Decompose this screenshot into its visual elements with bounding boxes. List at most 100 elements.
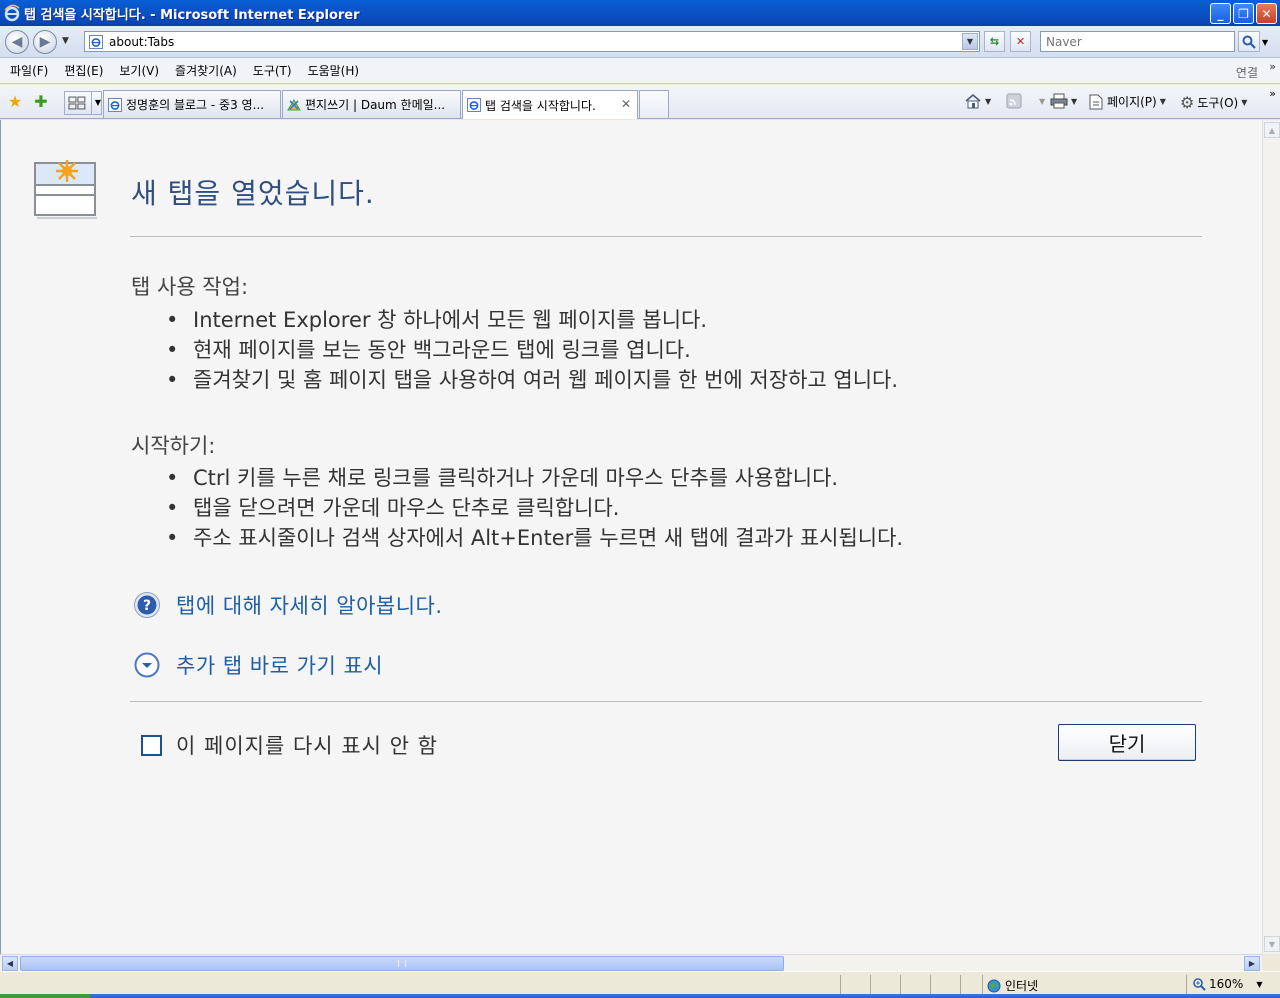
close-window-button[interactable]: ✕ — [1256, 3, 1277, 24]
address-bar[interactable]: ▼ — [84, 31, 980, 52]
list-item: 현재 페이지를 보는 동안 백그라운드 탭에 링크를 엽니다. — [166, 335, 898, 365]
gear-icon: ⚙ — [1180, 93, 1195, 112]
page-title: 새 탭을 열었습니다. — [131, 177, 375, 210]
tab-mail[interactable]: 편지쓰기 | Daum 한메일... — [282, 90, 461, 118]
expand-chevron-icon — [134, 652, 160, 678]
list-item: 주소 표시줄이나 검색 상자에서 Alt+Enter를 누르면 새 탭에 결과가… — [166, 523, 903, 553]
dont-show-again-row[interactable]: 이 페이지를 다시 표시 안 함 — [141, 730, 438, 760]
minimize-button[interactable]: _ — [1210, 3, 1231, 24]
new-tab-button[interactable] — [639, 90, 669, 118]
horizontal-scrollbar[interactable]: ◀ ▶ — [0, 954, 1262, 971]
back-button[interactable]: ◀ — [5, 30, 29, 54]
close-tab-icon[interactable]: ✕ — [621, 97, 631, 111]
tab-label: 탭 검색을 시작합니다. — [485, 98, 596, 113]
search-box[interactable] — [1040, 31, 1235, 52]
more-shortcuts-link[interactable]: 추가 탭 바로 가기 표시 — [176, 650, 383, 680]
menu-bar: 파일(F) 편집(E) 보기(V) 즐겨찾기(A) 도구(T) 도움말(H) 연… — [0, 58, 1280, 84]
start-button-edge[interactable] — [0, 994, 90, 998]
ie-page-icon — [467, 98, 481, 112]
links-label[interactable]: 연결 — [1236, 64, 1258, 81]
rss-feed-icon — [1006, 93, 1022, 109]
stop-icon: ✕ — [1015, 35, 1026, 48]
printer-icon — [1050, 93, 1068, 109]
title-bar: 탭 검색을 시작합니다. - Microsoft Internet Explor… — [0, 0, 1280, 26]
tab-new-tab-active[interactable]: 탭 검색을 시작합니다. ✕ — [462, 90, 638, 119]
menu-favorites[interactable]: 즐겨찾기(A) — [167, 62, 245, 79]
command-bar-chevron-icon[interactable]: » — [1269, 87, 1276, 100]
search-options-dropdown-icon[interactable]: ▼ — [1262, 38, 1268, 47]
vertical-scrollbar[interactable]: ▲ ▼ — [1262, 120, 1280, 954]
new-tab-icon — [34, 160, 97, 219]
window-title: 탭 검색을 시작합니다. - Microsoft Internet Explor… — [24, 7, 360, 23]
page-menu-button[interactable]: 페이지(P) ▼ — [1088, 93, 1166, 110]
star-icon: ★ — [7, 91, 23, 111]
bottom-divider — [130, 701, 1202, 702]
add-favorite-button[interactable]: ✚ — [31, 91, 51, 111]
section-tab-tasks-title: 탭 사용 작업: — [131, 275, 249, 299]
back-arrow-icon: ◀ — [11, 34, 23, 50]
page-menu-label: 페이지(P) — [1107, 95, 1157, 109]
zoom-dropdown-icon[interactable]: ▼ — [1256, 980, 1262, 989]
dont-show-again-checkbox[interactable] — [141, 734, 162, 756]
tools-menu-button[interactable]: ⚙ 도구(O) ▼ — [1180, 93, 1247, 112]
refresh-button[interactable]: ⇆ — [984, 31, 1005, 52]
status-divider — [982, 975, 983, 995]
tab-list-dropdown-icon[interactable]: ▼ — [90, 92, 101, 114]
menu-edit[interactable]: 편집(E) — [56, 62, 111, 79]
tab-blog[interactable]: 정명훈의 블로그 - 중3 영... — [103, 90, 281, 118]
history-dropdown-icon[interactable]: ▼ — [62, 36, 69, 46]
feeds-dropdown-icon[interactable]: ▼ — [1039, 97, 1045, 106]
menu-help[interactable]: 도움말(H) — [300, 62, 368, 79]
address-input[interactable] — [107, 33, 957, 50]
search-input[interactable] — [1044, 34, 1229, 50]
dont-show-again-label[interactable]: 이 페이지를 다시 표시 안 함 — [176, 730, 438, 760]
favorites-center-button[interactable]: ★ — [5, 91, 25, 111]
menu-tools[interactable]: 도구(T) — [245, 62, 300, 79]
scroll-left-icon[interactable]: ◀ — [2, 956, 18, 971]
menu-chevron-icon[interactable]: » — [1269, 60, 1276, 73]
home-button[interactable]: ▼ — [964, 93, 991, 109]
address-toolbar: ◀ ▶ ▼ ▼ ⇆ ✕ ▼ — [0, 26, 1280, 58]
search-button[interactable] — [1238, 31, 1260, 52]
tab-label: 편지쓰기 | Daum 한메일... — [305, 98, 446, 112]
quick-tabs-button[interactable]: ▼ — [64, 91, 102, 115]
tools-dropdown-icon: ▼ — [1241, 98, 1248, 107]
security-zone[interactable]: 인터넷 — [987, 977, 1038, 994]
tab-label: 정명훈의 블로그 - 중3 영... — [126, 98, 265, 112]
print-dropdown-icon[interactable]: ▼ — [1071, 97, 1077, 106]
blog-icon — [108, 97, 122, 112]
stop-button[interactable]: ✕ — [1010, 31, 1031, 52]
quick-tabs-icon — [68, 96, 86, 110]
scroll-down-icon[interactable]: ▼ — [1264, 936, 1280, 952]
ie-logo-icon — [4, 4, 20, 22]
print-button[interactable]: ▼ — [1050, 93, 1077, 109]
list-item: Internet Explorer 창 하나에서 모든 웹 페이지를 봅니다. — [166, 305, 898, 335]
address-dropdown-button[interactable]: ▼ — [962, 33, 978, 50]
scroll-right-icon[interactable]: ▶ — [1244, 956, 1260, 971]
menu-file[interactable]: 파일(F) — [0, 62, 56, 79]
page-icon — [1089, 94, 1103, 109]
tab-tasks-list: Internet Explorer 창 하나에서 모든 웹 페이지를 봅니다. … — [166, 305, 898, 395]
status-divider — [870, 975, 871, 995]
restore-button[interactable]: ❐ — [1233, 3, 1254, 24]
forward-button[interactable]: ▶ — [33, 30, 57, 54]
horizontal-scroll-thumb[interactable] — [20, 956, 784, 971]
list-item: 즐겨찾기 및 홈 페이지 탭을 사용하여 여러 웹 페이지를 한 번에 저장하고… — [166, 365, 898, 395]
learn-more-link[interactable]: 탭에 대해 자세히 알아봅니다. — [176, 590, 443, 620]
menu-view[interactable]: 보기(V) — [111, 62, 167, 79]
globe-icon — [987, 979, 1001, 992]
more-shortcuts-link-row[interactable]: 추가 탭 바로 가기 표시 — [133, 650, 383, 680]
status-divider — [900, 975, 901, 995]
scroll-up-icon[interactable]: ▲ — [1264, 122, 1280, 138]
home-dropdown-icon[interactable]: ▼ — [985, 97, 991, 106]
page-dropdown-icon: ▼ — [1159, 97, 1166, 106]
window-controls: _ ❐ ✕ — [1210, 3, 1277, 24]
learn-more-link-row[interactable]: ? 탭에 대해 자세히 알아봅니다. — [133, 590, 443, 620]
feeds-button[interactable]: ▼ — [1006, 93, 1045, 109]
close-button[interactable]: 닫기 — [1058, 724, 1196, 761]
zoom-control[interactable]: 160% ▼ — [1192, 977, 1262, 991]
taskbar-edge — [0, 994, 1280, 998]
section-getting-started-title: 시작하기: — [131, 434, 216, 458]
scroll-corner — [1262, 954, 1280, 971]
search-icon — [1242, 35, 1256, 49]
